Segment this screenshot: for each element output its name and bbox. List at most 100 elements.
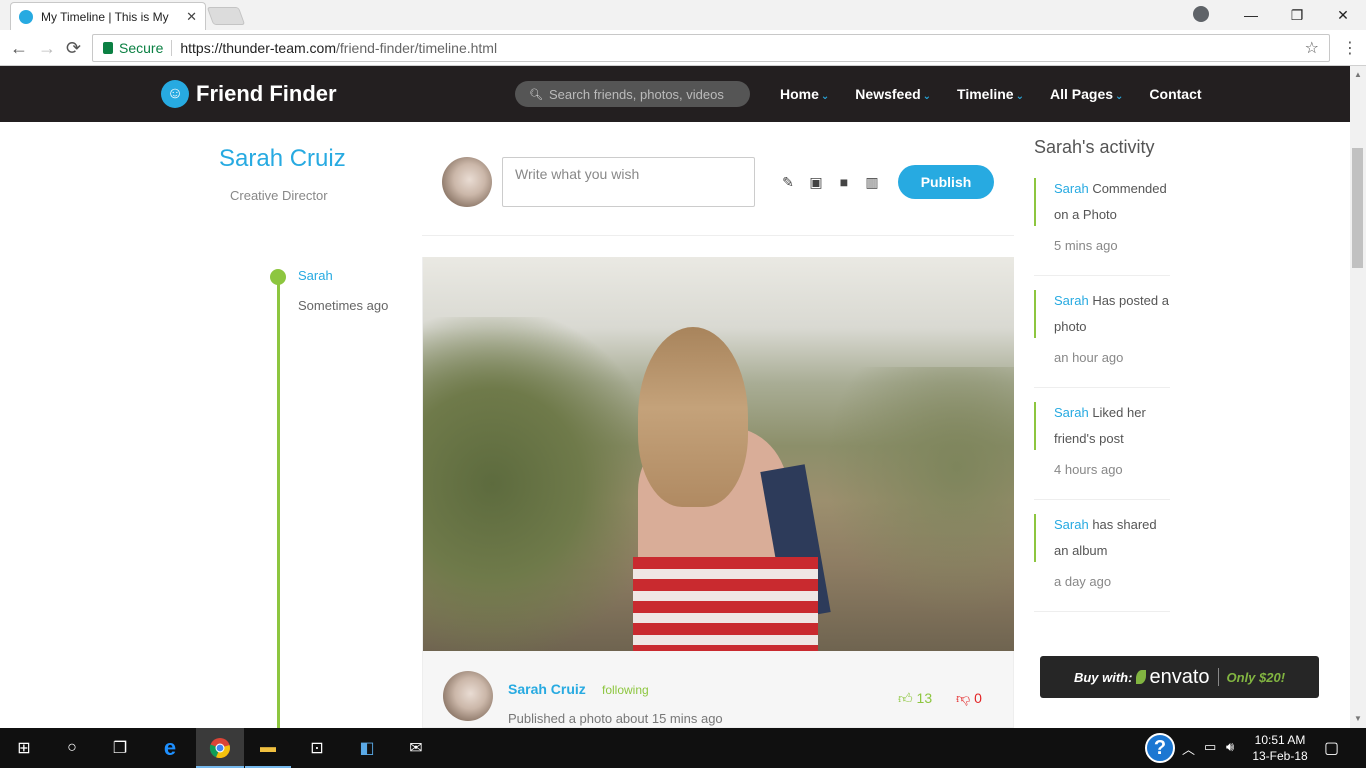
profile-name[interactable]: Sarah Cruiz [219, 145, 346, 173]
post-author-avatar[interactable] [443, 671, 493, 721]
omnibox-separator [171, 40, 173, 56]
nav-contact[interactable]: Contact [1149, 86, 1201, 102]
post-photo[interactable] [423, 257, 1014, 651]
file-explorer-icon[interactable]: ▬ [256, 736, 280, 760]
edit-icon[interactable]: ✎ [780, 175, 796, 189]
envato-buy-banner[interactable]: Buy with: envato Only $20! [1040, 656, 1319, 698]
window-close-icon[interactable]: ✕ [1320, 7, 1366, 24]
browser-profile-icon[interactable] [1193, 6, 1209, 22]
activity-user-link[interactable]: Sarah [1054, 405, 1089, 420]
lock-icon [103, 42, 113, 54]
nav-all-pages-label: All Pages [1049, 86, 1114, 102]
browser-toolbar: ← → ⟳ Secure https://thunder-team.com/fr… [0, 30, 1366, 66]
search-input[interactable] [548, 86, 739, 102]
image-icon[interactable]: ▣ [808, 175, 824, 189]
url-text: https://thunder-team.com/friend-finder/t… [180, 40, 497, 56]
envato-separator [1217, 668, 1219, 686]
site-header: ☺ Friend Finder 🔍︎ Home⌄ Newsfeed⌄ Timel… [0, 66, 1350, 122]
edge-browser-icon[interactable]: e [158, 735, 182, 760]
search-icon[interactable]: ○ [60, 736, 84, 760]
chrome-icon-graphic [209, 738, 230, 759]
photo-flag-stripes [633, 557, 818, 651]
mail-icon[interactable]: ✉ [404, 736, 428, 760]
page-scrollbar[interactable]: ▲ ▼ [1350, 66, 1366, 728]
following-badge: following [602, 683, 649, 697]
activity-user-link[interactable]: Sarah [1054, 293, 1089, 308]
composer-tools: ✎ ▣ ■ ▥ [780, 175, 880, 189]
map-icon[interactable]: ▥ [864, 175, 880, 189]
browser-tab[interactable]: My Timeline | This is My ✕ [10, 2, 206, 30]
nav-newsfeed[interactable]: Newsfeed ⌄ [855, 86, 931, 102]
like-count: 13 [916, 690, 933, 706]
activity-marker [1034, 290, 1036, 338]
buy-with-label: Buy with: [1073, 669, 1133, 685]
activity-text: Sarah Commended on a Photo [1054, 176, 1174, 228]
site-logo[interactable]: ☺ Friend Finder [161, 80, 337, 108]
scroll-up-icon[interactable]: ▲ [1354, 70, 1362, 79]
tab-close-icon[interactable]: ✕ [186, 9, 197, 25]
envato-logo: envato [1136, 666, 1210, 689]
browser-menu-icon[interactable]: ⋮ [1342, 38, 1358, 58]
back-icon[interactable]: ← [10, 38, 28, 59]
forward-icon[interactable]: → [38, 38, 56, 59]
activity-time: an hour ago [1054, 350, 1124, 365]
envato-price: Only $20! [1226, 669, 1286, 685]
activity-user-link[interactable]: Sarah [1054, 181, 1089, 196]
dislike-button[interactable]: 👎︎ 0 [956, 690, 982, 707]
secure-label: Secure [119, 40, 164, 56]
action-center-icon[interactable]: ▢ [1324, 738, 1339, 758]
reload-icon[interactable]: ⟳ [66, 38, 81, 59]
browser-tabstrip: My Timeline | This is My ✕ — ❐ ✕ [0, 0, 1366, 30]
tab-title: My Timeline | This is My [41, 9, 169, 24]
activity-item: Sarah Has posted a photo an hour ago [1034, 288, 1170, 388]
avatar[interactable] [442, 157, 492, 207]
store-icon[interactable]: ⊡ [305, 736, 329, 760]
battery-icon[interactable]: ▭ [1204, 739, 1216, 755]
like-button[interactable]: 👍︎ 13 [898, 690, 932, 707]
nav-timeline[interactable]: Timeline ⌄ [957, 86, 1024, 102]
photo-figure-hair [638, 327, 748, 507]
post-meta: Published a photo about 15 mins ago [508, 711, 723, 726]
site-favicon-icon [19, 9, 33, 24]
windows-taskbar: ⊞ ○ ❐ e ▬ ⊡ ◧ ✉ ? ︿ ▭ 🔊︎ 10:51 AM 13-Feb… [0, 728, 1366, 768]
nav-contact-label: Contact [1149, 86, 1202, 102]
restore-icon[interactable]: ❐ [1274, 7, 1320, 24]
photo-foliage-left [423, 317, 653, 651]
timeline-entry-name[interactable]: Sarah [298, 268, 333, 283]
bookmark-star-icon[interactable]: ☆ [1305, 38, 1319, 58]
timeline-line [277, 277, 280, 728]
publish-button[interactable]: Publish [898, 165, 994, 199]
nav-newsfeed-label: Newsfeed [855, 86, 921, 102]
search-box: 🔍︎ [515, 81, 750, 107]
post-composer-input[interactable] [502, 157, 755, 207]
scroll-down-icon[interactable]: ▼ [1354, 714, 1362, 723]
volume-icon[interactable]: 🔊︎ [1226, 739, 1234, 755]
main-nav: Home ⌄ Newsfeed ⌄ Timeline ⌄ All Pages ⌄ Con… [780, 86, 1228, 102]
chrome-icon[interactable] [208, 736, 232, 760]
tray-chevron-up-icon[interactable]: ︿ [1182, 739, 1195, 758]
chevron-down-icon: ⌄ [922, 91, 932, 102]
windows-start-icon[interactable]: ⊞ [12, 736, 36, 760]
clock-date: 13-Feb-18 [1252, 749, 1308, 763]
post-author-name[interactable]: Sarah Cruiz [508, 681, 586, 697]
activity-user-link[interactable]: Sarah [1054, 517, 1089, 532]
envato-leaf-icon [1136, 670, 1147, 684]
activity-marker [1034, 178, 1036, 226]
address-bar[interactable]: Secure https://thunder-team.com/friend-f… [92, 34, 1330, 62]
video-icon[interactable]: ■ [836, 175, 852, 189]
remote-desktop-icon[interactable]: ◧ [355, 736, 379, 760]
url-host: https://thunder-team.com [180, 40, 336, 56]
timeline-entry-time: Sometimes ago [298, 298, 389, 313]
activity-item: Sarah Commended on a Photo 5 mins ago [1034, 176, 1170, 276]
new-tab-button[interactable] [206, 7, 246, 25]
minimize-icon[interactable]: — [1228, 7, 1274, 23]
scroll-thumb[interactable] [1352, 148, 1363, 268]
task-view-icon[interactable]: ❐ [108, 736, 132, 760]
activity-time: a day ago [1054, 574, 1112, 589]
nav-all-pages[interactable]: All Pages ⌄ [1050, 86, 1123, 102]
composer-divider [422, 235, 1014, 236]
help-icon[interactable]: ? [1145, 733, 1175, 763]
taskbar-clock[interactable]: 10:51 AM 13-Feb-18 [1250, 732, 1310, 764]
activity-time: 5 mins ago [1054, 238, 1118, 253]
nav-home[interactable]: Home ⌄ [780, 86, 829, 102]
